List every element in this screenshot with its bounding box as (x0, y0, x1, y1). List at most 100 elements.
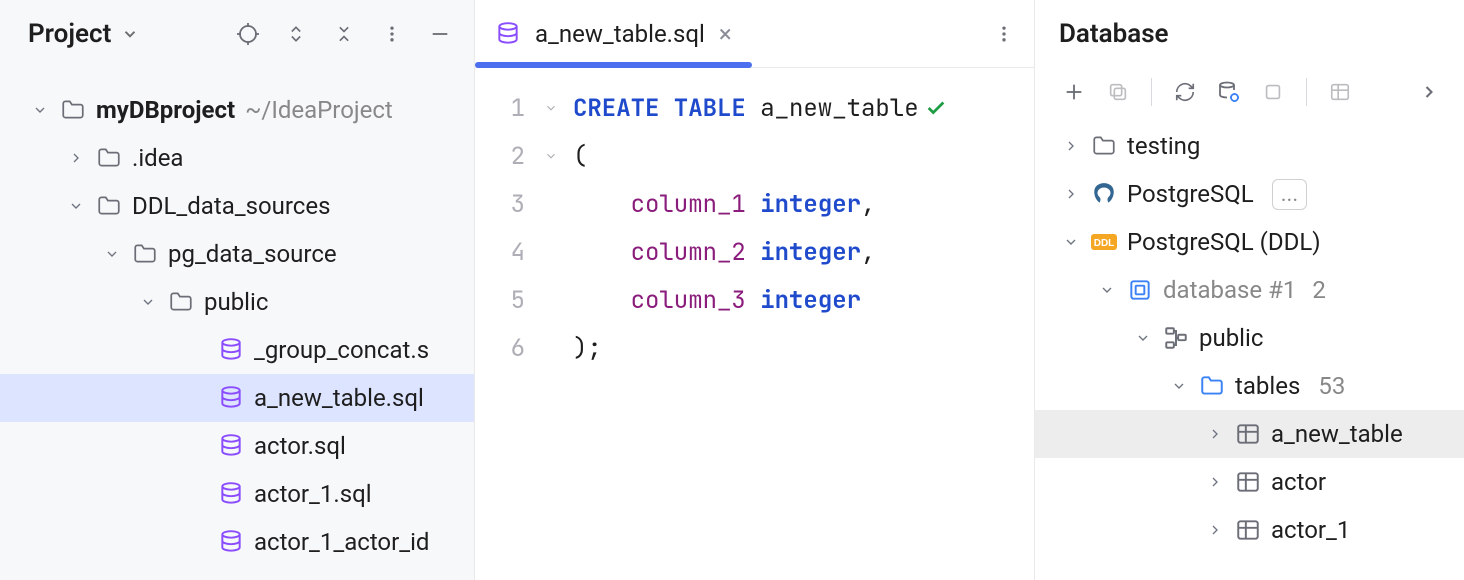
tree-root[interactable]: myDBproject ~/IdeaProject (0, 86, 474, 134)
more-badge[interactable]: ... (1272, 179, 1307, 210)
editor-tabbar: a_new_table.sql × (475, 0, 1034, 68)
chevron-right-icon[interactable] (1416, 79, 1442, 105)
refresh-icon[interactable] (1172, 79, 1198, 105)
chevron-down-icon[interactable] (1097, 282, 1117, 298)
postgres-icon (1091, 181, 1117, 207)
folder-icon (1091, 133, 1117, 159)
chevron-down-icon[interactable] (1169, 378, 1189, 394)
schema-icon (1163, 325, 1189, 351)
db-label: PostgreSQL (1127, 180, 1254, 208)
chevron-down-icon[interactable] (1061, 234, 1081, 250)
database-icon (218, 385, 244, 411)
kebab-icon[interactable] (994, 24, 1014, 44)
tree-item-ddl[interactable]: DDL_data_sources (0, 182, 474, 230)
chevron-right-icon[interactable] (1205, 426, 1225, 442)
chevron-down-icon[interactable] (30, 102, 50, 118)
chevron-right-icon[interactable] (1205, 522, 1225, 538)
stop-icon[interactable] (1260, 79, 1286, 105)
db-count: 2 (1312, 276, 1326, 304)
chevron-down-icon[interactable] (1133, 330, 1153, 346)
folder-icon (96, 145, 122, 171)
table-name: a_new_table (1271, 420, 1403, 448)
chevron-down-icon (121, 25, 139, 43)
fold-handle[interactable] (535, 132, 567, 180)
tree-item-file[interactable]: _group_concat.s (0, 326, 474, 374)
chevron-right-icon[interactable] (66, 150, 86, 166)
database-icon (218, 481, 244, 507)
tree-item-file[interactable]: a_new_table.sql (0, 374, 474, 422)
editor-tab[interactable]: a_new_table.sql × (495, 0, 732, 67)
database-settings-icon[interactable] (1216, 79, 1242, 105)
project-tree[interactable]: myDBproject ~/IdeaProject .idea DDL_data… (0, 68, 474, 566)
db-table-item[interactable]: actor_1 (1035, 506, 1464, 554)
folder-icon (168, 289, 194, 315)
db-label: testing (1127, 132, 1200, 160)
tables-count: 53 (1318, 372, 1345, 400)
code-editor[interactable]: 123456 CREATE TABLE a_new_table( column_… (475, 68, 1034, 580)
chevron-right-icon[interactable] (1061, 138, 1081, 154)
code-line[interactable]: column_2 integer, (573, 228, 1024, 276)
project-folder-icon (60, 97, 86, 123)
expand-icon[interactable] (284, 22, 308, 46)
line-number: 5 (475, 276, 525, 324)
db-item-public[interactable]: public (1035, 314, 1464, 362)
tree-label: DDL_data_sources (132, 194, 330, 218)
database-title: Database (1035, 0, 1464, 68)
folder-icon (96, 193, 122, 219)
add-icon[interactable] (1061, 79, 1087, 105)
db-item-testing[interactable]: testing (1035, 122, 1464, 170)
code-area[interactable]: CREATE TABLE a_new_table( column_1 integ… (567, 68, 1034, 580)
code-line[interactable]: ); (573, 324, 1024, 372)
tree-label: public (204, 290, 268, 314)
database-icon (218, 529, 244, 555)
db-label: PostgreSQL (DDL) (1127, 228, 1321, 256)
fold-handle[interactable] (535, 84, 567, 132)
code-line[interactable]: column_1 integer, (573, 180, 1024, 228)
ddl-icon: DDL (1091, 232, 1117, 252)
code-line[interactable]: ( (573, 132, 1024, 180)
collapse-icon[interactable] (332, 22, 356, 46)
db-table-item[interactable]: actor (1035, 458, 1464, 506)
target-icon[interactable] (236, 22, 260, 46)
close-icon[interactable]: × (719, 20, 732, 48)
chevron-down-icon[interactable] (102, 246, 122, 262)
table-view-icon[interactable] (1327, 79, 1353, 105)
database-icon (218, 433, 244, 459)
chevron-down-icon[interactable] (66, 198, 86, 214)
tree-item-public[interactable]: public (0, 278, 474, 326)
table-icon (1235, 421, 1261, 447)
database-tree[interactable]: testing PostgreSQL ... DDL PostgreSQL (D… (1035, 116, 1464, 554)
check-icon (925, 97, 947, 119)
table-icon (1235, 469, 1261, 495)
file-name: _group_concat.s (254, 338, 429, 362)
chevron-right-icon[interactable] (1061, 186, 1081, 202)
database-toolbar (1035, 68, 1464, 116)
project-header: Project (0, 0, 474, 68)
database-panel: Database testing PostgreSQL ... (1035, 0, 1464, 580)
project-title-group[interactable]: Project (28, 19, 139, 49)
database-outline-icon (1127, 277, 1153, 303)
code-line[interactable]: column_3 integer (573, 276, 1024, 324)
tree-item-file[interactable]: actor.sql (0, 422, 474, 470)
duplicate-icon[interactable] (1105, 79, 1131, 105)
database-icon (495, 21, 521, 47)
chevron-right-icon[interactable] (1205, 474, 1225, 490)
db-item-tables[interactable]: tables 53 (1035, 362, 1464, 410)
code-line[interactable]: CREATE TABLE a_new_table (573, 84, 1024, 132)
db-table-item[interactable]: a_new_table (1035, 410, 1464, 458)
tree-item-file[interactable]: actor_1.sql (0, 470, 474, 518)
tree-item-file[interactable]: actor_1_actor_id (0, 518, 474, 566)
line-number: 2 (475, 132, 525, 180)
kebab-icon[interactable] (380, 22, 404, 46)
line-gutter: 123456 (475, 68, 535, 580)
tree-item-idea[interactable]: .idea (0, 134, 474, 182)
chevron-down-icon[interactable] (138, 294, 158, 310)
db-item-postgres[interactable]: PostgreSQL ... (1035, 170, 1464, 218)
db-item-database1[interactable]: database #1 2 (1035, 266, 1464, 314)
tree-item-pg[interactable]: pg_data_source (0, 230, 474, 278)
project-title: Project (28, 19, 111, 49)
db-label: public (1199, 324, 1263, 352)
minimize-icon[interactable] (428, 22, 452, 46)
db-item-postgres-ddl[interactable]: DDL PostgreSQL (DDL) (1035, 218, 1464, 266)
line-number: 1 (475, 84, 525, 132)
